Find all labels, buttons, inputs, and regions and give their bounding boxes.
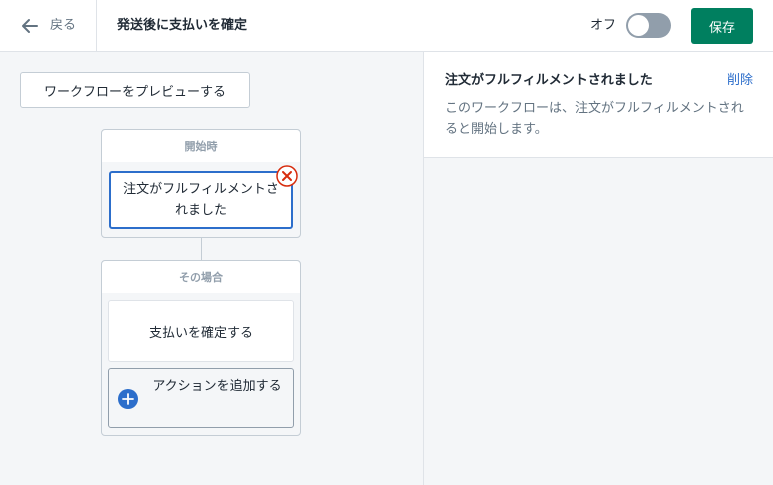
- preview-workflow-button[interactable]: ワークフローをプレビューする: [20, 72, 250, 108]
- trigger-section-header: 開始時: [102, 130, 300, 162]
- back-button[interactable]: 戻る: [0, 0, 97, 51]
- close-circle-icon[interactable]: [276, 165, 298, 187]
- page-title: 発送後に支払いを確定: [117, 18, 248, 33]
- back-label: 戻る: [50, 18, 77, 33]
- flow-connector: [201, 237, 202, 261]
- top-bar: 戻る 発送後に支払いを確定 オフ 保存: [0, 0, 773, 52]
- toggle-status-label: オフ: [590, 18, 617, 33]
- plus-circle-icon: [118, 389, 138, 409]
- trigger-detail-section: 注文がフルフィルメントされました 削除 このワークフローは、注文がフルフィルメン…: [424, 52, 773, 158]
- add-action-label: アクションを追加する: [152, 379, 282, 394]
- detail-description: このワークフローは、注文がフルフィルメントされると開始します。: [445, 101, 744, 137]
- workflow-toggle[interactable]: [626, 13, 671, 38]
- save-button[interactable]: 保存: [691, 8, 753, 44]
- delete-link[interactable]: 削除: [727, 72, 753, 90]
- action-item[interactable]: 支払いを確定する: [108, 300, 294, 362]
- trigger-item[interactable]: 注文がフルフィルメントされました: [109, 171, 293, 229]
- add-action-button[interactable]: アクションを追加する: [108, 368, 294, 428]
- action-section-header: その場合: [102, 261, 300, 293]
- detail-title: 注文がフルフィルメントされました: [445, 73, 653, 88]
- detail-panel: 注文がフルフィルメントされました 削除 このワークフローは、注文がフルフィルメン…: [423, 52, 773, 485]
- toggle-knob: [628, 15, 649, 36]
- arrow-left-icon: [22, 19, 38, 33]
